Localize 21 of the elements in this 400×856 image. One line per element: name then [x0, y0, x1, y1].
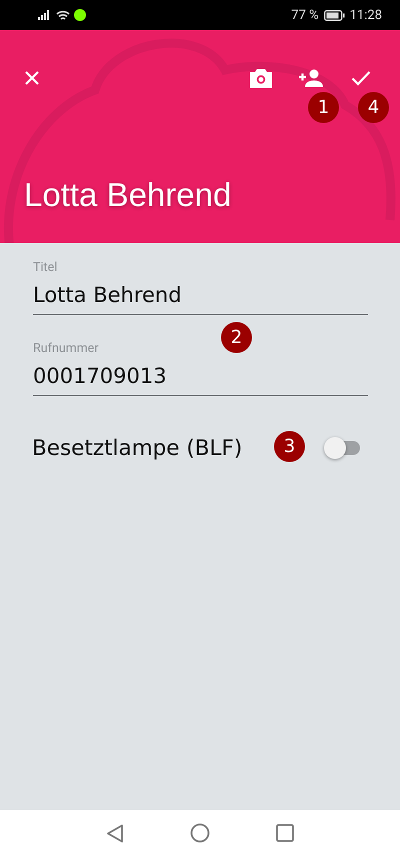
- battery-percent: 77 %: [291, 8, 319, 22]
- blf-label: Besetztlampe (BLF): [32, 436, 242, 460]
- battery-icon: [324, 10, 345, 20]
- wifi-icon: [56, 10, 70, 20]
- close-icon: [24, 70, 40, 86]
- add-person-icon: [298, 69, 324, 87]
- contact-name-title: Lotta Behrend: [24, 176, 232, 214]
- clock-time: 11:28: [350, 8, 382, 22]
- checkmark-icon: [351, 70, 371, 86]
- field-label: Titel: [33, 260, 58, 277]
- callout-number: 2: [221, 322, 252, 353]
- signal-icon: [38, 10, 52, 20]
- back-icon[interactable]: [106, 824, 124, 842]
- input-field[interactable]: Lotta Behrend: [33, 277, 368, 315]
- field-label: Rufnummer: [33, 341, 100, 358]
- callout-number: 3: [274, 431, 305, 462]
- camera-icon: [249, 68, 273, 88]
- home-icon[interactable]: [190, 823, 210, 843]
- recents-icon[interactable]: [276, 824, 294, 842]
- input-field[interactable]: 0001709013: [33, 358, 368, 396]
- status-dot-icon: [74, 9, 86, 21]
